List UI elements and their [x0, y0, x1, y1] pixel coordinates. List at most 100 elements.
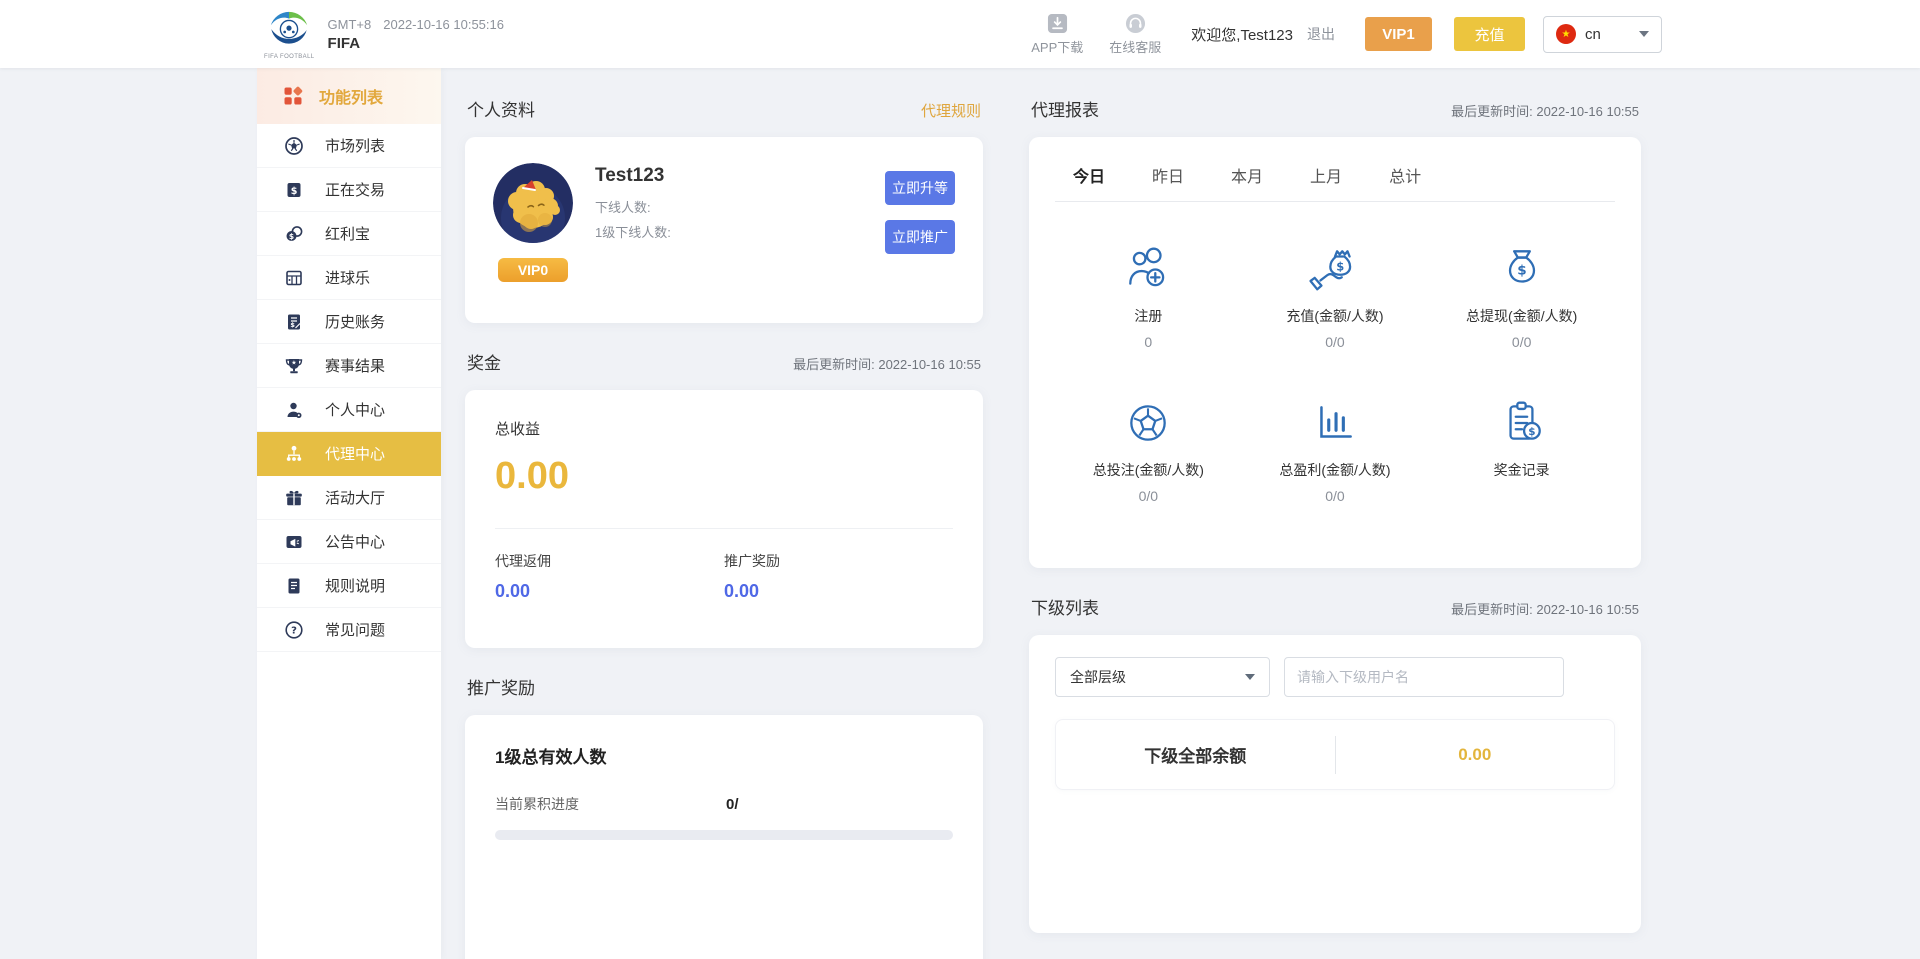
progress-label: 当前累积进度	[495, 794, 726, 814]
timezone-label: GMT+8	[328, 17, 372, 32]
rulebook-icon	[284, 576, 304, 596]
datetime-label: 2022-10-16 10:55:16	[383, 17, 504, 32]
downline-level1-label: 1级下线人数:	[595, 222, 671, 241]
sidebar-item-label: 进球乐	[325, 267, 370, 288]
top-bar: FIFA FOOTBALL GMT+8 2022-10-16 10:55:16 …	[0, 0, 1920, 68]
sidebar-item-rules[interactable]: 规则说明	[257, 564, 441, 608]
sidebar-header-label: 功能列表	[319, 84, 383, 108]
app-download-button[interactable]: APP下载	[1031, 13, 1083, 56]
sidebar-item-faq[interactable]: ? 常见问题	[257, 608, 441, 652]
coins-icon: $	[284, 224, 304, 244]
vip-level-button[interactable]: VIP1	[1365, 17, 1432, 51]
sidebar-item-label: 公告中心	[325, 531, 385, 552]
stat-bonus-record[interactable]: $ 奖金记录	[1428, 392, 1615, 504]
promo-reward-label: 推广奖励	[724, 551, 953, 571]
progress-value: 0/	[726, 796, 739, 813]
sidebar-item-personal-center[interactable]: 个人中心	[257, 388, 441, 432]
gift-icon	[284, 488, 304, 508]
sidebar-item-goal-fun[interactable]: 进球乐	[257, 256, 441, 300]
withdraw-bag-icon: $	[1495, 244, 1549, 294]
logo-ball-icon	[267, 9, 311, 53]
svg-text:$: $	[289, 232, 294, 241]
report-last-update: 最后更新时间: 2022-10-16 10:55	[1451, 101, 1639, 120]
profile-section-title: 个人资料	[467, 96, 535, 121]
logo-subtitle: FIFA FOOTBALL	[264, 54, 315, 60]
sidebar-item-trading[interactable]: $ 正在交易	[257, 168, 441, 212]
soccer-ball-icon	[284, 136, 304, 156]
sidebar-item-label: 常见问题	[325, 619, 385, 640]
subordinate-search-input[interactable]	[1284, 657, 1564, 697]
sidebar-item-label: 赛事结果	[325, 355, 385, 376]
sidebar-header: 功能列表	[257, 68, 441, 124]
profit-chart-icon	[1308, 398, 1362, 448]
online-service-label: 在线客服	[1109, 37, 1161, 56]
level1-valid-users-title: 1级总有效人数	[495, 743, 953, 768]
stat-bets: 总投注(金额/人数) 0/0	[1055, 392, 1242, 504]
sidebar-item-activity-hall[interactable]: 活动大厅	[257, 476, 441, 520]
question-circle-icon: ?	[284, 620, 304, 640]
sidebar-item-label: 市场列表	[325, 135, 385, 156]
stat-deposit: $ 充值(金额/人数) 0/0	[1242, 238, 1429, 350]
subordinate-balance-value: 0.00	[1336, 745, 1615, 765]
sidebar-item-agent-center[interactable]: 代理中心	[257, 432, 441, 476]
subordinates-section-title: 下级列表	[1031, 594, 1099, 619]
dashboard-grid-icon	[283, 86, 303, 106]
tab-total[interactable]: 总计	[1389, 163, 1421, 187]
user-icon	[284, 400, 304, 420]
online-service-button[interactable]: 在线客服	[1109, 13, 1161, 56]
app-download-label: APP下载	[1031, 37, 1083, 56]
server-time: GMT+8 2022-10-16 10:55:16	[328, 17, 504, 32]
trophy-icon: ★	[284, 356, 304, 376]
svg-text:★: ★	[291, 359, 296, 366]
subordinate-balance-label: 下级全部余额	[1056, 742, 1335, 767]
stat-register: 注册 0	[1055, 238, 1242, 350]
balance-panel: 下级全部余额 0.00	[1055, 719, 1615, 790]
promotion-section-title: 推广奖励	[467, 674, 535, 699]
language-select[interactable]: ★ cn	[1543, 16, 1662, 53]
sidebar-item-announcements[interactable]: 公告中心	[257, 520, 441, 564]
svg-text:$: $	[290, 321, 295, 329]
register-users-icon	[1121, 244, 1175, 294]
bonus-record-icon: $	[1495, 398, 1549, 448]
progress-bar	[495, 830, 953, 840]
tab-this-month[interactable]: 本月	[1231, 163, 1263, 187]
tab-today[interactable]: 今日	[1073, 163, 1105, 187]
language-value: cn	[1585, 26, 1601, 43]
profile-card: VIP0 Test123 下线人数: 1级下线人数: 立即升等 立即推广	[465, 137, 983, 323]
logout-link[interactable]: 退出	[1307, 24, 1335, 44]
svg-text:?: ?	[291, 625, 297, 636]
promo-reward-value: 0.00	[724, 581, 953, 602]
sidebar-item-label: 规则说明	[325, 575, 385, 596]
download-icon	[1047, 13, 1068, 34]
sidebar-item-match-results[interactable]: ★ 赛事结果	[257, 344, 441, 388]
level-select[interactable]: 全部层级	[1055, 657, 1270, 697]
svg-text:$: $	[1528, 426, 1535, 438]
deposit-button[interactable]: 充值	[1454, 17, 1525, 51]
megaphone-icon	[284, 532, 304, 552]
promote-now-button[interactable]: 立即推广	[885, 220, 955, 254]
sidebar-item-history[interactable]: $ 历史账务	[257, 300, 441, 344]
sidebar-item-label: 个人中心	[325, 399, 385, 420]
sidebar-item-market-list[interactable]: 市场列表	[257, 124, 441, 168]
bonus-last-update: 最后更新时间: 2022-10-16 10:55	[793, 354, 981, 373]
total-earnings-label: 总收益	[495, 418, 953, 439]
stat-profit: 总盈利(金额/人数) 0/0	[1242, 392, 1429, 504]
tab-last-month[interactable]: 上月	[1310, 163, 1342, 187]
svg-text:$: $	[1517, 263, 1526, 279]
chevron-down-icon	[1639, 31, 1649, 37]
site-logo[interactable]: FIFA FOOTBALL	[264, 9, 315, 60]
sidebar-item-bonus-treasure[interactable]: $ 红利宝	[257, 212, 441, 256]
upgrade-now-button[interactable]: 立即升等	[885, 171, 955, 205]
downline-count-label: 下线人数:	[595, 197, 671, 216]
agent-rules-link[interactable]: 代理规则	[921, 100, 981, 121]
vip-badge: VIP0	[498, 258, 568, 282]
level-select-value: 全部层级	[1070, 667, 1126, 687]
trading-dollar-icon: $	[284, 180, 304, 200]
report-section-title: 代理报表	[1031, 96, 1099, 121]
agent-commission-value: 0.00	[495, 581, 724, 602]
cn-flag-icon: ★	[1556, 24, 1576, 44]
bonus-card: 总收益 0.00 代理返佣 0.00 推广奖励 0.00	[465, 390, 983, 648]
agent-commission-label: 代理返佣	[495, 551, 724, 571]
bet-ball-icon	[1121, 398, 1175, 448]
tab-yesterday[interactable]: 昨日	[1152, 163, 1184, 187]
